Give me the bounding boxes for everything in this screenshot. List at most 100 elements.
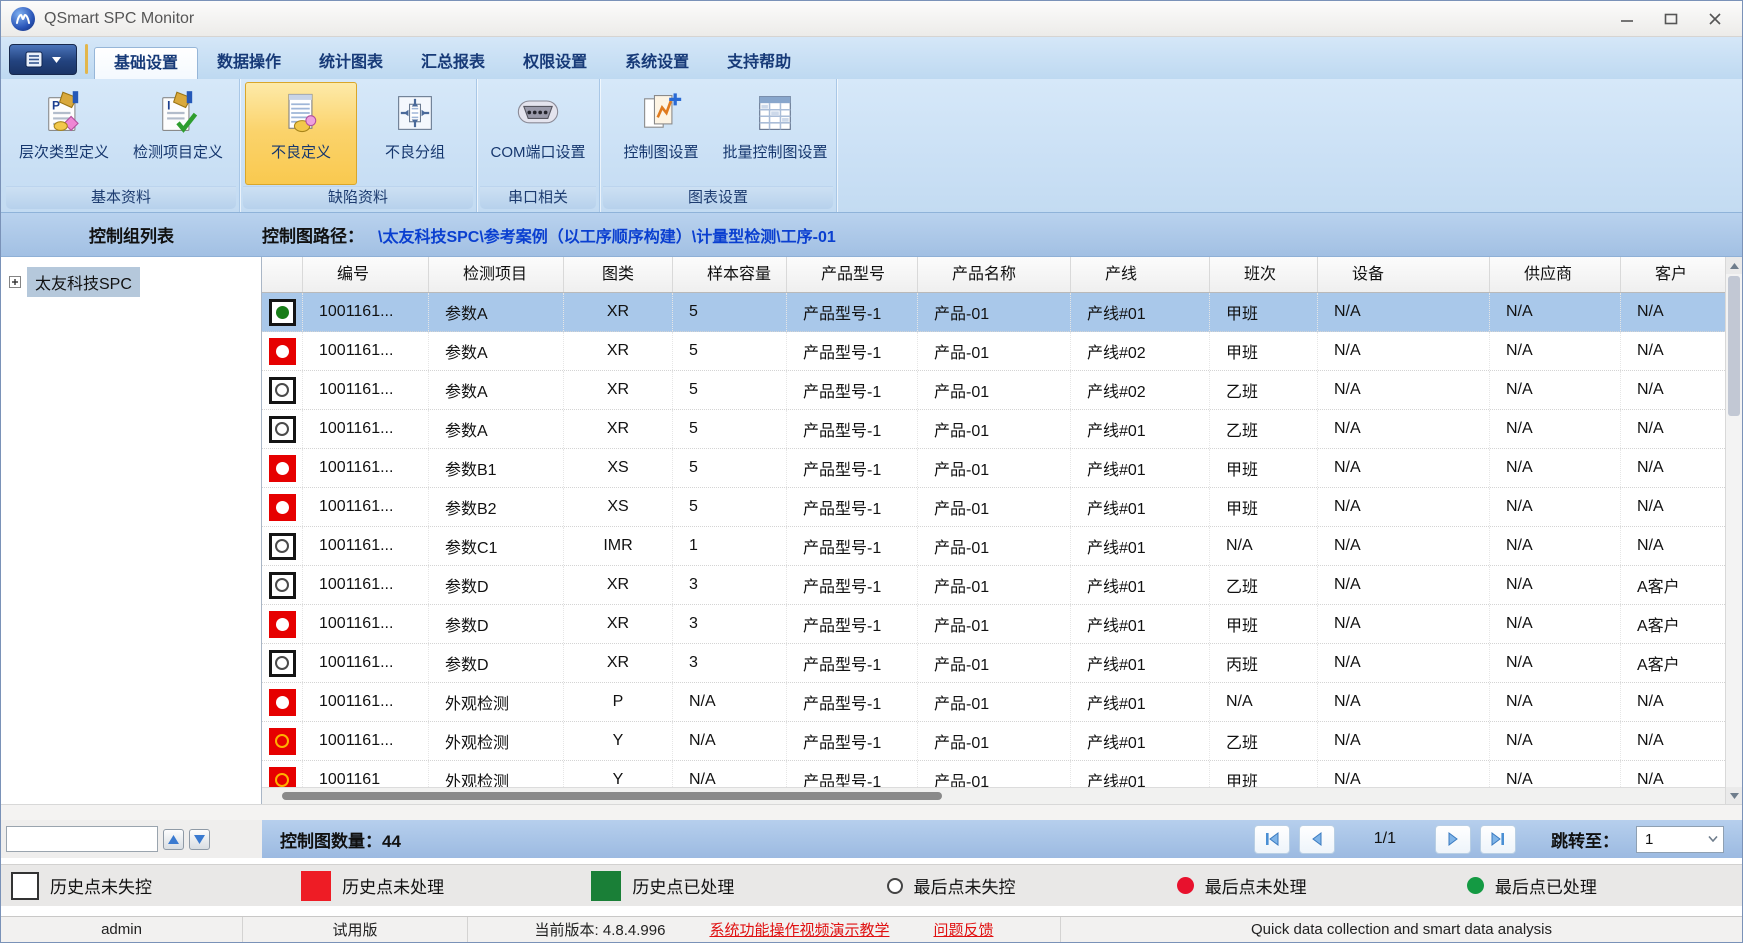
- cell: N/A: [1621, 332, 1725, 370]
- cell: XS: [564, 488, 673, 526]
- ribbon-button[interactable]: COM端口设置: [482, 82, 594, 185]
- table-row[interactable]: 1001161...参数DXR3产品型号-1产品-01产线#01丙班N/AN/A…: [262, 644, 1725, 683]
- ribbon-tab[interactable]: 基础设置: [94, 47, 198, 79]
- prev-page-button[interactable]: [1299, 825, 1335, 854]
- app-logo-icon: [11, 7, 35, 31]
- table-row[interactable]: 1001161...参数B1XS5产品型号-1产品-01产线#01甲班N/AN/…: [262, 449, 1725, 488]
- status-dot: [276, 501, 289, 514]
- control-group-tree-panel: 太友科技SPC: [1, 257, 262, 804]
- ribbon-tab[interactable]: 支持帮助: [708, 47, 810, 79]
- maximize-button[interactable]: [1662, 11, 1680, 27]
- column-header[interactable]: 客户: [1621, 257, 1725, 292]
- tree-item-label[interactable]: 太友科技SPC: [27, 267, 140, 297]
- minimize-button[interactable]: [1618, 11, 1636, 27]
- cell: 乙班: [1210, 410, 1318, 448]
- cell: 产线#01: [1071, 644, 1210, 682]
- horizontal-scrollbar[interactable]: [262, 787, 1725, 804]
- next-page-button[interactable]: [1435, 825, 1471, 854]
- table-row[interactable]: 1001161...参数AXR5产品型号-1产品-01产线#02甲班N/AN/A…: [262, 332, 1725, 371]
- column-header[interactable]: 产品型号: [787, 257, 918, 292]
- column-header[interactable]: [262, 257, 303, 292]
- chart-path-label: 控制图路径：: [262, 222, 364, 247]
- app-menu-button[interactable]: [9, 44, 77, 75]
- column-header[interactable]: 图类: [564, 257, 673, 292]
- ribbon-button[interactable]: P层次类型定义: [8, 82, 120, 185]
- scroll-down-button[interactable]: [1726, 787, 1742, 804]
- horizontal-scrollbar-thumb[interactable]: [282, 792, 942, 800]
- cell: N/A: [1621, 761, 1725, 787]
- cell: 产品型号-1: [787, 293, 918, 331]
- tree-item-root[interactable]: 太友科技SPC: [1, 267, 261, 297]
- column-header[interactable]: 产线: [1071, 257, 1210, 292]
- cell: 1001161...: [303, 566, 429, 604]
- column-header[interactable]: 供应商: [1490, 257, 1621, 292]
- cell: N/A: [1490, 644, 1621, 682]
- table-row[interactable]: 1001161外观检测YN/A产品型号-1产品-01产线#01甲班N/AN/AN…: [262, 761, 1725, 787]
- status-legend: 历史点未失控历史点未处理历史点已处理最后点未失控最后点未处理最后点已处理: [1, 864, 1742, 906]
- cell: 1001161...: [303, 293, 429, 331]
- close-button[interactable]: [1706, 11, 1724, 27]
- status-icon: [269, 728, 296, 755]
- table-body: 1001161...参数AXR5产品型号-1产品-01产线#01甲班N/AN/A…: [262, 293, 1725, 787]
- cell: 5: [673, 371, 787, 409]
- status-cell: [262, 722, 303, 760]
- column-header[interactable]: 样本容量: [673, 257, 787, 292]
- ribbon-button[interactable]: 批量控制图设置: [719, 82, 831, 185]
- table-row[interactable]: 1001161...参数C1IMR1产品型号-1产品-01产线#01N/AN/A…: [262, 527, 1725, 566]
- ribbon-button[interactable]: 控制图设置: [605, 82, 717, 185]
- cell: 甲班: [1210, 449, 1318, 487]
- table-row[interactable]: 1001161...参数B2XS5产品型号-1产品-01产线#01甲班N/AN/…: [262, 488, 1725, 527]
- legend-item: 历史点未失控: [1, 872, 291, 900]
- cell: 参数D: [429, 644, 564, 682]
- chevron-down-icon: [52, 57, 61, 63]
- ribbon-button[interactable]: 不良分组: [359, 82, 471, 185]
- vertical-scrollbar[interactable]: [1725, 257, 1742, 804]
- column-header[interactable]: 设备: [1318, 257, 1490, 292]
- table-row[interactable]: 1001161...外观检测PN/A产品型号-1产品-01产线#01N/AN/A…: [262, 683, 1725, 722]
- last-page-button[interactable]: [1480, 825, 1516, 854]
- cell: 3: [673, 644, 787, 682]
- ribbon-button[interactable]: 不良定义: [245, 82, 357, 185]
- table-row[interactable]: 1001161...参数DXR3产品型号-1产品-01产线#01甲班N/AN/A…: [262, 605, 1725, 644]
- move-up-button[interactable]: [163, 829, 184, 850]
- tree-filter-input[interactable]: [6, 826, 158, 852]
- ribbon-button[interactable]: I检测项目定义: [122, 82, 234, 185]
- cell: N/A: [1318, 488, 1490, 526]
- vertical-scrollbar-thumb[interactable]: [1728, 276, 1740, 416]
- logged-in-user: admin: [1, 917, 243, 942]
- cell: 丙班: [1210, 644, 1318, 682]
- ribbon-tab[interactable]: 汇总报表: [402, 47, 504, 79]
- status-dot: [275, 383, 289, 397]
- jump-to-select[interactable]: 1: [1636, 826, 1724, 853]
- table-row[interactable]: 1001161...参数AXR5产品型号-1产品-01产线#01甲班N/AN/A…: [262, 293, 1725, 332]
- pager: 1/1 跳转至： 1: [1254, 825, 1724, 854]
- column-header[interactable]: 编号: [303, 257, 429, 292]
- table-row[interactable]: 1001161...参数DXR3产品型号-1产品-01产线#01乙班N/AN/A…: [262, 566, 1725, 605]
- tree-expand-icon[interactable]: [9, 276, 21, 288]
- column-header[interactable]: 班次: [1210, 257, 1318, 292]
- ribbon-tab[interactable]: 系统设置: [606, 47, 708, 79]
- cell: A客户: [1621, 566, 1725, 604]
- table-row[interactable]: 1001161...参数AXR5产品型号-1产品-01产线#02乙班N/AN/A…: [262, 371, 1725, 410]
- cell: 外观检测: [429, 761, 564, 787]
- scroll-up-button[interactable]: [1726, 257, 1742, 274]
- table-row[interactable]: 1001161...参数AXR5产品型号-1产品-01产线#01乙班N/AN/A…: [262, 410, 1725, 449]
- slogan: Quick data collection and smart data ana…: [1061, 917, 1742, 942]
- table-row[interactable]: 1001161...外观检测YN/A产品型号-1产品-01产线#01乙班N/AN…: [262, 722, 1725, 761]
- feedback-link[interactable]: 问题反馈: [933, 919, 993, 940]
- move-down-button[interactable]: [189, 829, 210, 850]
- table-body-wrap: 1001161...参数AXR5产品型号-1产品-01产线#01甲班N/AN/A…: [262, 293, 1725, 787]
- cell: 产线#01: [1071, 683, 1210, 721]
- video-tutorial-link[interactable]: 系统功能操作视频演示教学: [709, 919, 889, 940]
- first-page-button[interactable]: [1254, 825, 1290, 854]
- column-header[interactable]: 检测项目: [429, 257, 564, 292]
- vertical-scrollbar-track[interactable]: [1726, 418, 1742, 787]
- cell: 1001161...: [303, 371, 429, 409]
- ribbon-tab[interactable]: 统计图表: [300, 47, 402, 79]
- window-title: QSmart SPC Monitor: [44, 10, 194, 28]
- cell: N/A: [1490, 761, 1621, 787]
- column-header[interactable]: 产品名称: [918, 257, 1071, 292]
- legend-label: 历史点未失控: [50, 873, 152, 898]
- ribbon-tab[interactable]: 数据操作: [198, 47, 300, 79]
- ribbon-tab[interactable]: 权限设置: [504, 47, 606, 79]
